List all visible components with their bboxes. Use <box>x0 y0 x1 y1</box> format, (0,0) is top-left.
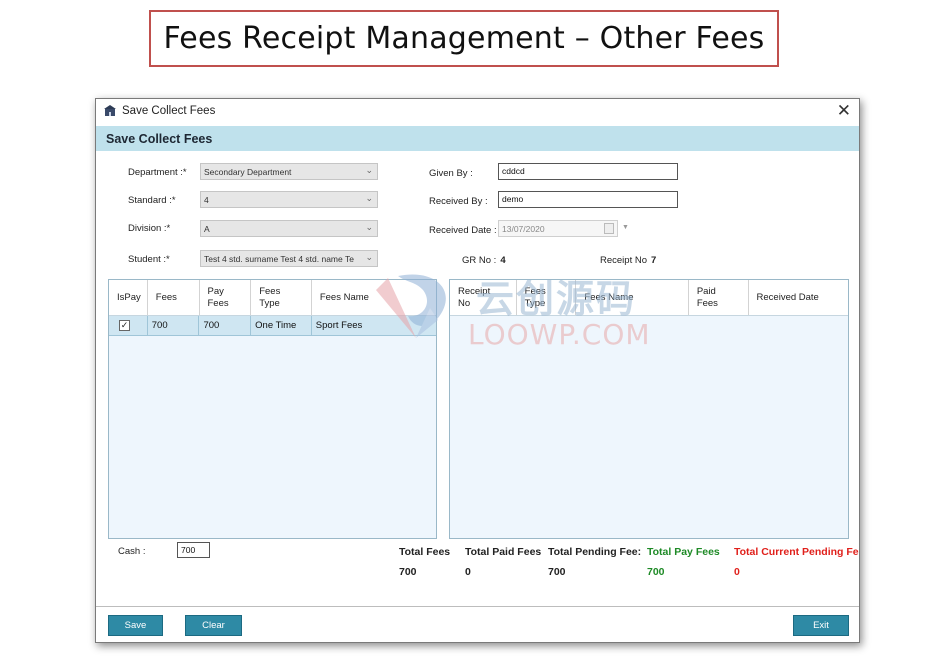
fees-cell: 700 <box>148 316 200 335</box>
column-header-paid-fees[interactable]: Paid Fees <box>689 280 749 315</box>
chevron-down-icon: ⌄ <box>365 252 373 262</box>
column-header-pay-fees[interactable]: Pay Fees <box>200 280 252 315</box>
standard-select[interactable]: 4 ⌄ <box>200 191 378 208</box>
school-icon <box>104 105 116 116</box>
received-by-input[interactable]: demo <box>498 191 678 208</box>
footer-divider <box>96 606 859 607</box>
chevron-down-icon: ⌄ <box>365 222 373 232</box>
column-header-fees[interactable]: Fees <box>148 280 200 315</box>
fees-type-cell: One Time <box>251 316 312 335</box>
window-titlebar: Save Collect Fees ✕ <box>96 99 859 125</box>
column-header-received-date[interactable]: Received Date <box>749 280 848 315</box>
standard-label: Standard :* <box>128 195 176 206</box>
total-paid-fees-label: Total Paid Fees <box>465 546 542 558</box>
received-date-picker[interactable]: 13/07/2020 <box>498 220 618 237</box>
slide-title: Fees Receipt Management – Other Fees <box>149 10 779 67</box>
total-pay-fees-value: 700 <box>647 566 665 578</box>
total-fees-value: 700 <box>399 566 417 578</box>
paid-fees-grid-header: Receipt No Fees Type Fees Name Paid Fees… <box>450 280 848 316</box>
chevron-down-icon: ⌄ <box>365 193 373 203</box>
total-pending-fees-label: Total Pending Fee: <box>548 546 642 558</box>
cash-input[interactable]: 700 <box>177 542 210 558</box>
column-header-ispay[interactable]: IsPay <box>109 280 148 315</box>
fees-grid[interactable]: IsPay Fees Pay Fees Fees Type Fees Name … <box>108 279 437 539</box>
save-button[interactable]: Save <box>108 615 163 636</box>
table-row[interactable]: ✓ 700 700 One Time Sport Fees <box>109 316 436 336</box>
column-header-fees-type[interactable]: Fees Type <box>517 280 577 315</box>
calendar-icon[interactable] <box>604 223 614 234</box>
paid-fees-grid[interactable]: Receipt No Fees Type Fees Name Paid Fees… <box>449 279 849 539</box>
total-pending-fees-value: 700 <box>548 566 566 578</box>
student-label: Student :* <box>128 254 170 265</box>
total-paid-fees-value: 0 <box>465 566 471 578</box>
form-header: Save Collect Fees <box>96 126 859 151</box>
date-dropdown-icon[interactable]: ▼ <box>622 224 859 231</box>
student-select[interactable]: Test 4 std. surname Test 4 std. name Te ⌄ <box>200 250 378 267</box>
total-current-pending-value: 0 <box>734 566 740 578</box>
column-header-fees-name[interactable]: Fees Name <box>576 280 689 315</box>
fees-grid-header: IsPay Fees Pay Fees Fees Type Fees Name <box>109 280 436 316</box>
cash-label: Cash : <box>118 546 146 557</box>
ispay-cell[interactable]: ✓ <box>109 316 148 335</box>
pay-fees-cell[interactable]: 700 <box>199 316 252 335</box>
given-by-input[interactable]: cddcd <box>498 163 678 180</box>
receipt-no: Receipt No 7 <box>600 255 657 266</box>
exit-button[interactable]: Exit <box>793 615 849 636</box>
total-fees-label: Total Fees <box>399 546 451 558</box>
total-current-pending-label: Total Current Pending Fe <box>734 546 859 558</box>
given-by-label: Given By : <box>429 168 473 179</box>
close-icon[interactable]: ✕ <box>837 101 851 121</box>
ispay-checkbox[interactable]: ✓ <box>119 320 130 331</box>
window-title: Save Collect Fees <box>122 105 216 117</box>
column-header-fees-name[interactable]: Fees Name <box>312 280 436 315</box>
clear-button[interactable]: Clear <box>185 615 242 636</box>
chevron-down-icon: ⌄ <box>365 165 373 175</box>
received-by-label: Received By : <box>429 196 488 207</box>
fees-name-cell: Sport Fees <box>315 320 363 331</box>
gr-no: GR No :4 <box>462 255 506 266</box>
department-select[interactable]: Secondary Department ⌄ <box>200 163 378 180</box>
division-select[interactable]: A ⌄ <box>200 220 378 237</box>
save-collect-fees-window: Save Collect Fees ✕ Save Collect Fees De… <box>95 98 860 643</box>
column-header-fees-type[interactable]: Fees Type <box>251 280 312 315</box>
received-date-label: Received Date : <box>429 225 497 236</box>
total-pay-fees-label: Total Pay Fees <box>647 546 720 558</box>
division-label: Division :* <box>128 223 171 234</box>
column-header-receipt-no[interactable]: Receipt No <box>450 280 517 315</box>
department-label: Department :* <box>128 167 187 178</box>
